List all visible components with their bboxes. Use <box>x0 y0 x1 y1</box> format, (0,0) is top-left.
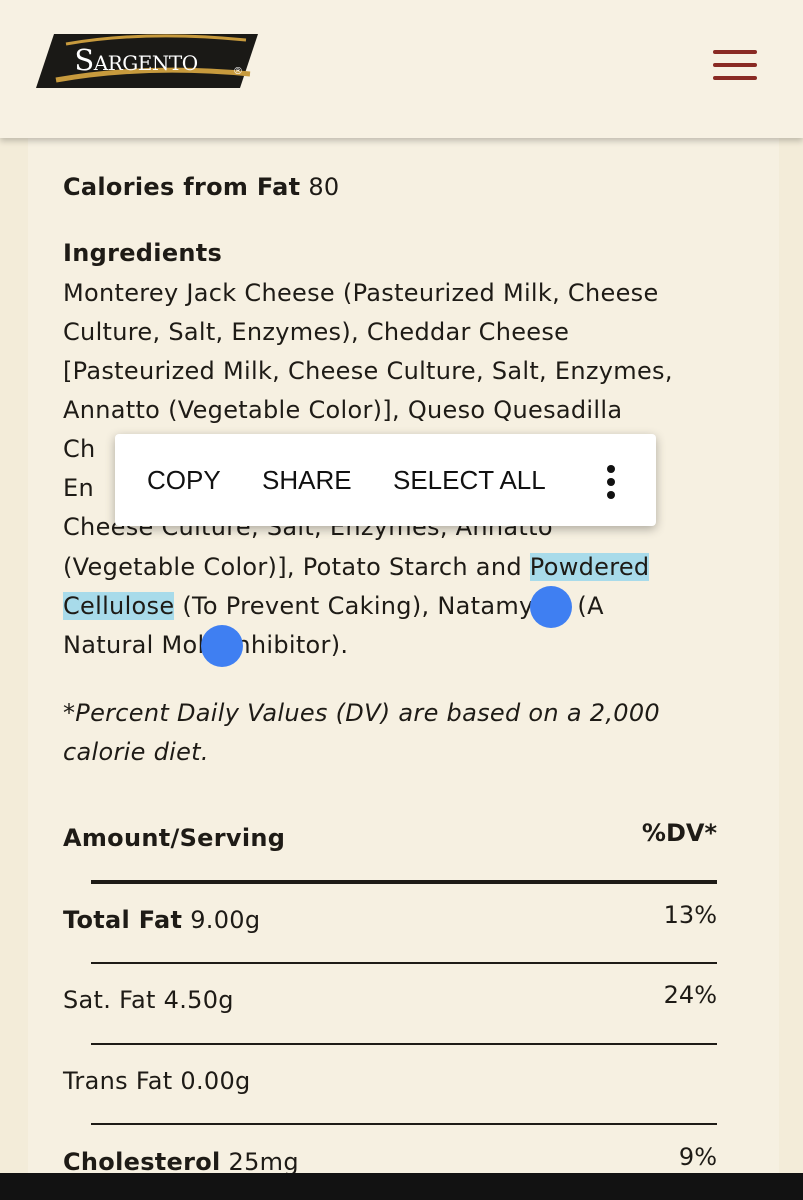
select-all-button[interactable]: SELECT ALL <box>393 465 546 496</box>
divider <box>91 1123 717 1125</box>
selection-start-handle[interactable] <box>201 625 243 667</box>
text-selection-menu: COPY SHARE SELECT ALL <box>115 434 656 526</box>
calories-from-fat-label: Calories from Fat <box>63 173 301 201</box>
calories-from-fat: Calories from Fat 80 <box>63 168 683 207</box>
nutrient-label: Cholesterol <box>63 1148 221 1176</box>
ingredients-line[interactable]: [Pasteurized Milk, Cheese Culture, Salt,… <box>63 352 683 391</box>
ingredients-line[interactable]: Annatto (Vegetable Color)], Queso Quesad… <box>63 391 683 430</box>
ingredients-line[interactable]: Natural Mold Inhibitor). <box>63 626 683 665</box>
nutrient-dv: 24% <box>663 981 717 1009</box>
share-button[interactable]: SHARE <box>262 465 352 496</box>
nutrient-dv: 13% <box>663 901 717 929</box>
ingredients-heading: Ingredients <box>63 239 223 267</box>
nutrient-row-total-fat: Total Fat 9.00g <box>63 901 683 940</box>
more-vert-icon[interactable] <box>603 463 619 501</box>
footnote-line: *Percent Daily Values (DV) are based on … <box>63 699 661 727</box>
ingredients-fragment: Ch <box>63 435 96 463</box>
divider <box>91 962 717 964</box>
nutrient-label: Trans Fat <box>63 1067 173 1095</box>
nutrient-dv: 9% <box>678 1143 717 1171</box>
registered-mark: ® <box>233 66 243 77</box>
nutrient-label: Sat. Fat <box>63 986 156 1014</box>
selected-text[interactable]: Powdered <box>529 553 650 581</box>
ingredients-line[interactable]: Monterey Jack Cheese (Pasteurized Milk, … <box>63 274 683 313</box>
nutrient-amount: 9.00g <box>190 906 261 934</box>
hamburger-menu-icon[interactable] <box>713 50 757 80</box>
logo-wordmark: Sargento <box>74 43 198 77</box>
nutrient-amount: 25mg <box>228 1148 299 1176</box>
amount-serving-header: Amount/Serving <box>63 824 286 852</box>
copy-button[interactable]: COPY <box>147 465 221 496</box>
divider <box>91 880 717 884</box>
ingredients-line[interactable]: (Vegetable Color)], Potato Starch and Po… <box>63 548 683 587</box>
selected-text[interactable]: Cellulose <box>63 592 175 620</box>
sargento-logo[interactable]: Sargento ® <box>36 30 258 96</box>
system-navigation-bar <box>0 1173 803 1200</box>
selection-end-handle[interactable] <box>530 586 572 628</box>
footnote-line: calorie diet. <box>63 738 209 766</box>
site-header: Sargento ® <box>0 0 803 138</box>
calories-from-fat-value: 80 <box>308 173 340 201</box>
divider <box>91 1043 717 1045</box>
nutrient-row-trans-fat: Trans Fat 0.00g <box>63 1062 683 1101</box>
dv-header: %DV* <box>641 819 717 847</box>
nutrient-amount: 4.50g <box>163 986 234 1014</box>
nutrient-label: Total Fat <box>63 906 183 934</box>
ingredients-fragment: (Vegetable Color)], Potato Starch and <box>63 553 530 581</box>
ingredients-line[interactable]: Culture, Salt, Enzymes), Cheddar Cheese <box>63 313 683 352</box>
nutrient-amount: 0.00g <box>180 1067 251 1095</box>
ingredients-line[interactable]: Cellulose (To Prevent Caking), Natamycin… <box>63 587 683 626</box>
nutrient-row-sat-fat: Sat. Fat 4.50g <box>63 981 683 1020</box>
